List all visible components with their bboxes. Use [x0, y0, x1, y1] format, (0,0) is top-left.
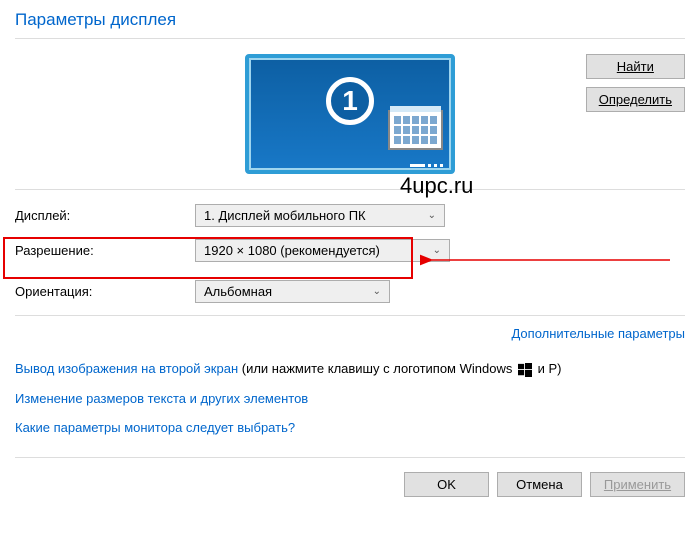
find-button[interactable]: Найти [586, 54, 685, 79]
monitor-number-badge: 1 [326, 77, 374, 125]
chevron-down-icon: ⌄ [428, 210, 436, 221]
display-dropdown[interactable]: 1. Дисплей мобильного ПК ⌄ [195, 204, 445, 227]
monitor-preview[interactable]: 1 [245, 54, 455, 174]
second-screen-hint-post: и P) [534, 361, 562, 376]
desktop-preview-icon [388, 110, 443, 150]
which-settings-link[interactable]: Какие параметры монитора следует выбрать… [15, 420, 295, 435]
page-title: Параметры дисплея [15, 10, 685, 30]
second-screen-hint-pre: (или нажмите клавишу с логотипом Windows [238, 361, 516, 376]
display-label: Дисплей: [15, 208, 195, 223]
chevron-down-icon: ⌄ [433, 245, 441, 256]
ok-button[interactable]: OK [404, 472, 489, 497]
detect-button[interactable]: Определить [586, 87, 685, 112]
orientation-label: Ориентация: [15, 284, 195, 299]
orientation-dropdown-value: Альбомная [204, 284, 272, 299]
advanced-settings-link[interactable]: Дополнительные параметры [511, 326, 685, 341]
resolution-label: Разрешение: [15, 243, 195, 258]
watermark-text: 4upc.ru [400, 173, 473, 199]
monitor-preview-section: 1 Найти Определить [15, 38, 685, 190]
second-screen-link[interactable]: Вывод изображения на второй экран [15, 361, 238, 376]
orientation-dropdown[interactable]: Альбомная ⌄ [195, 280, 390, 303]
resolution-dropdown[interactable]: 1920 × 1080 (рекомендуется) ⌄ [195, 239, 450, 262]
windows-logo-icon [518, 363, 532, 377]
apply-button[interactable]: Применить [590, 472, 685, 497]
chevron-down-icon: ⌄ [373, 286, 381, 297]
text-size-link[interactable]: Изменение размеров текста и других элеме… [15, 391, 308, 406]
display-dropdown-value: 1. Дисплей мобильного ПК [204, 208, 366, 223]
resolution-dropdown-value: 1920 × 1080 (рекомендуется) [204, 243, 380, 258]
cancel-button[interactable]: Отмена [497, 472, 582, 497]
